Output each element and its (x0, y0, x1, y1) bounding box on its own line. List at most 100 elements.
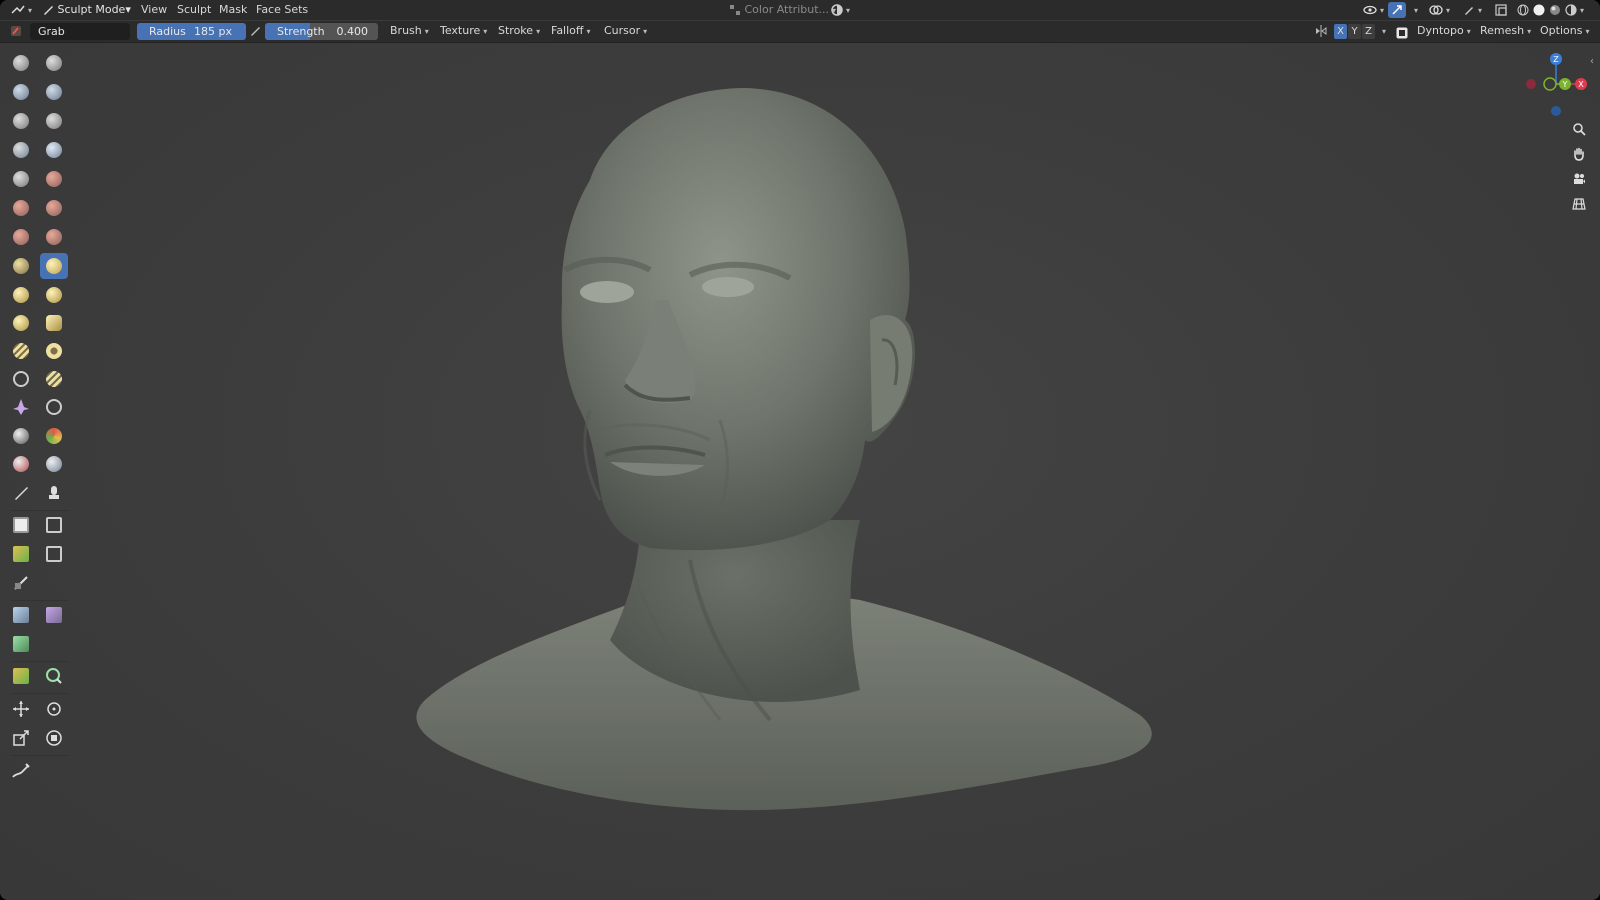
tool-color-filter[interactable] (7, 631, 35, 657)
tool-grab[interactable] (40, 253, 68, 279)
tool-line-project[interactable] (7, 570, 35, 596)
sculpt-brush-icon (44, 6, 53, 15)
tool-layer[interactable] (40, 108, 68, 134)
zoom-view-button[interactable] (1568, 118, 1590, 140)
xray-button[interactable]: ▾ (1458, 2, 1487, 18)
gizmo-dropdown[interactable]: ▾ (1406, 2, 1423, 18)
tool-box-mask[interactable] (7, 512, 35, 538)
tool-paint[interactable] (7, 480, 35, 506)
tool-rotate-transform[interactable] (40, 696, 68, 722)
toolbar-separator (11, 755, 69, 756)
stroke-dropdown[interactable]: Stroke ▾ (493, 23, 545, 39)
tool-blob[interactable] (40, 137, 68, 163)
sidebar-toggle-icon[interactable]: ‹ (1590, 56, 1594, 67)
menu-view[interactable]: View (136, 2, 172, 18)
dyntopo-dropdown[interactable]: Dyntopo ▾ (1412, 23, 1476, 39)
color-picker-button[interactable]: ▾ (826, 2, 855, 18)
mirror-x-toggle[interactable]: X (1334, 24, 1347, 39)
tool-draw[interactable] (7, 50, 35, 76)
brush-name-field[interactable]: Grab (30, 23, 130, 40)
tool-draw-sharp[interactable] (40, 50, 68, 76)
tool-inflate[interactable] (7, 137, 35, 163)
tool-cloth-filter[interactable] (40, 602, 68, 628)
eye-icon (1363, 5, 1377, 15)
tool-pinch[interactable] (7, 253, 35, 279)
tool-fill[interactable] (40, 195, 68, 221)
strength-slider[interactable]: Strength 0.400 (265, 23, 378, 40)
fill-brush-icon (46, 200, 62, 216)
navigation-gizmo[interactable]: Z X Y (1520, 50, 1592, 122)
tool-thumb[interactable] (7, 310, 35, 336)
tool-crease[interactable] (7, 166, 35, 192)
tool-clay[interactable] (7, 79, 35, 105)
tool-elastic-deform[interactable] (7, 282, 35, 308)
tool-mask[interactable] (7, 423, 35, 449)
tool-multires-displacement-smear[interactable] (40, 451, 68, 477)
tool-mesh-filter[interactable] (7, 602, 35, 628)
tool-box-hide[interactable] (40, 512, 68, 538)
mode-selector[interactable]: Sculpt Mode▾ (38, 2, 137, 18)
overlays-button[interactable]: ▾ (1424, 2, 1455, 18)
radius-pressure-button[interactable] (244, 23, 266, 39)
overlays-icon (1429, 5, 1443, 15)
mesh-filter-icon (13, 607, 29, 623)
chevron-down-icon: ▾ (424, 27, 429, 36)
tool-annotate[interactable] (7, 758, 35, 784)
scrape-brush-icon (13, 229, 29, 245)
editor-type-button[interactable]: ▾ (6, 2, 37, 18)
tool-multiplane-scrape[interactable] (40, 224, 68, 250)
mirror-y-toggle[interactable]: Y (1348, 24, 1361, 39)
pan-view-button[interactable] (1568, 143, 1590, 165)
tool-box-face-set[interactable] (7, 541, 35, 567)
toolbar-separator (11, 600, 69, 601)
tool-rotate[interactable] (40, 338, 68, 364)
tool-pose[interactable] (40, 310, 68, 336)
symmetry-icon[interactable] (1314, 23, 1328, 39)
brush-dropdown[interactable]: Brush ▾ (385, 23, 434, 39)
visibility-button[interactable]: ▾ (1358, 2, 1389, 18)
symmetry-dropdown[interactable]: ▾ (1374, 23, 1391, 39)
texture-dropdown[interactable]: Texture ▾ (435, 23, 492, 39)
radius-field[interactable]: Radius 185 px (137, 23, 246, 40)
tool-clay-thumb[interactable] (7, 108, 35, 134)
tool-nudge[interactable] (7, 338, 35, 364)
gizmo-x-label: X (1578, 80, 1584, 89)
tool-scrape[interactable] (7, 224, 35, 250)
tool-transform[interactable] (40, 725, 68, 751)
tool-edit-face-set[interactable] (7, 663, 35, 689)
remesh-dropdown[interactable]: Remesh ▾ (1475, 23, 1536, 39)
camera-view-button[interactable] (1568, 168, 1590, 190)
cursor-dropdown[interactable]: Cursor ▾ (599, 23, 652, 39)
toolbar-separator (11, 510, 69, 511)
menu-sculpt[interactable]: Sculpt (172, 2, 216, 18)
tool-mask-by-color[interactable] (40, 663, 68, 689)
tool-multires-displacement-eraser[interactable] (7, 451, 35, 477)
toggle-xray-button[interactable] (1490, 2, 1512, 18)
falloff-dropdown[interactable]: Falloff ▾ (546, 23, 596, 39)
tool-flatten[interactable] (7, 195, 35, 221)
tool-clay-strips[interactable] (40, 79, 68, 105)
options-dropdown[interactable]: Options ▾ (1535, 23, 1594, 39)
chevron-down-icon: ▾ (586, 27, 591, 36)
color-attribute-selector[interactable]: Color Attribut... ▾ (724, 2, 841, 18)
tool-slide-relax[interactable] (7, 366, 35, 392)
menu-face-sets[interactable]: Face Sets (251, 2, 313, 18)
tool-simplify[interactable] (40, 394, 68, 420)
3d-viewport[interactable] (0, 42, 1600, 900)
tool-draw-face-sets[interactable] (40, 423, 68, 449)
gizmo-toggle-button[interactable] (1388, 2, 1406, 18)
tool-move[interactable] (7, 696, 35, 722)
line-project-icon (14, 576, 28, 590)
tool-boundary[interactable] (40, 366, 68, 392)
dyntopo-checkbox[interactable] (1396, 25, 1408, 41)
menu-mask[interactable]: Mask (214, 2, 252, 18)
tool-smear[interactable] (40, 480, 68, 506)
perspective-toggle-button[interactable] (1568, 193, 1590, 215)
tool-cloth[interactable] (7, 394, 35, 420)
tool-snake-hook[interactable] (40, 282, 68, 308)
tool-smooth[interactable] (40, 166, 68, 192)
transform-icon (46, 730, 62, 746)
shading-rendered-button[interactable]: ▾ (1560, 2, 1589, 18)
tool-box-trim[interactable] (40, 541, 68, 567)
tool-scale[interactable] (7, 725, 35, 751)
